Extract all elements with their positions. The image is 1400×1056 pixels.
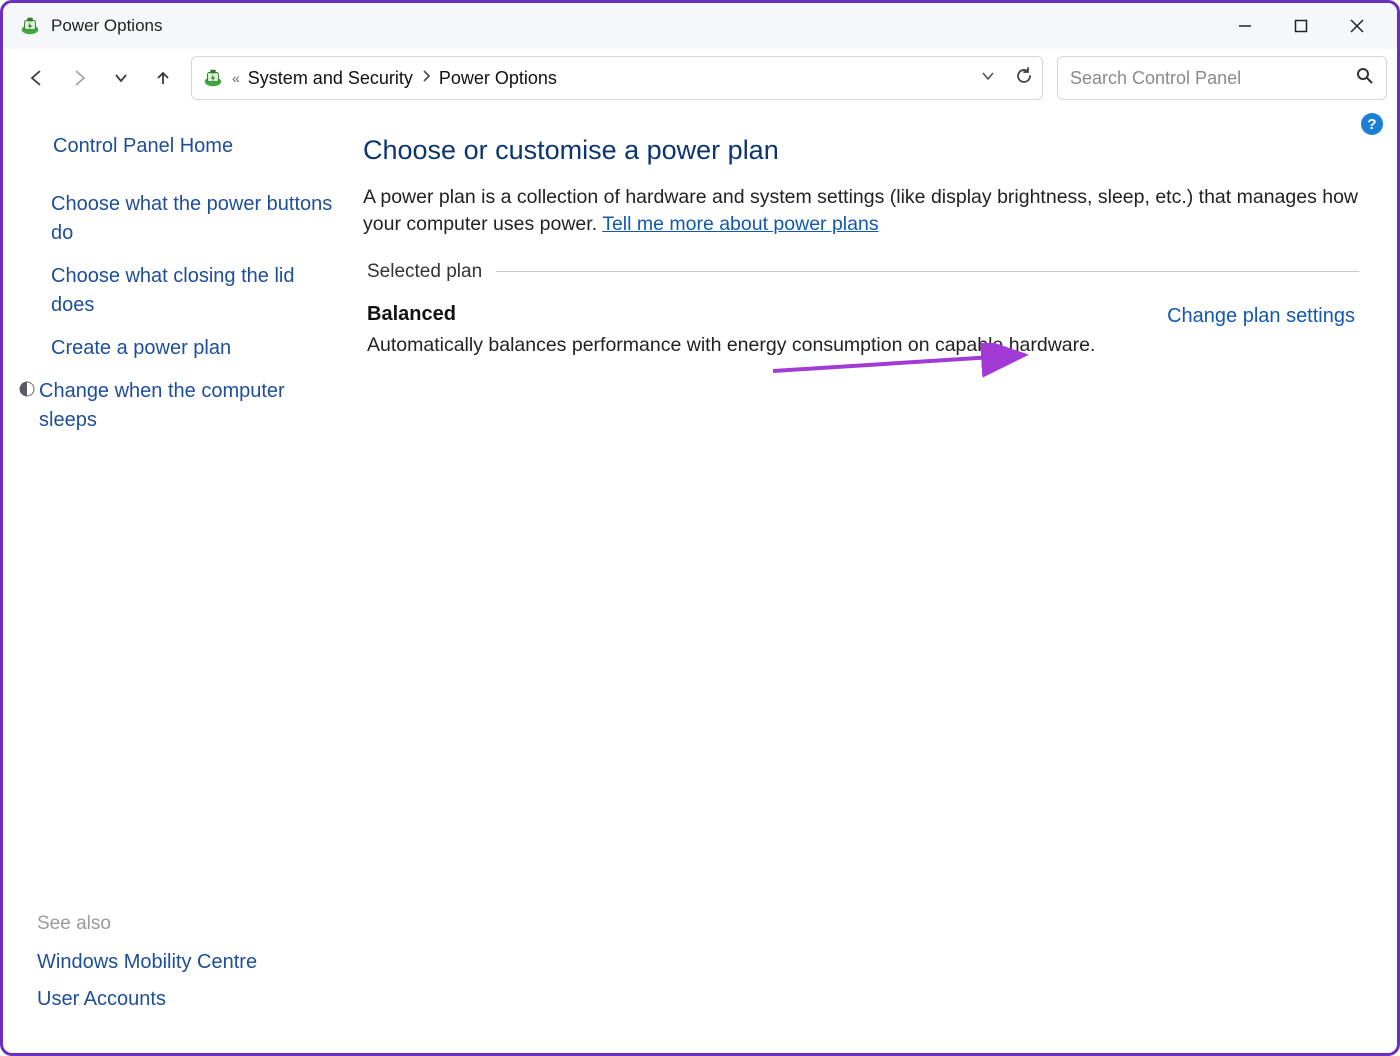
window-controls <box>1217 7 1385 45</box>
forward-button[interactable] <box>65 64 93 92</box>
breadcrumb-parent[interactable]: System and Security <box>248 68 413 89</box>
see-also-section: See also Windows Mobility Centre User Ac… <box>37 913 333 1035</box>
bullet-icon <box>19 381 35 397</box>
search-input[interactable] <box>1070 68 1356 89</box>
sidebar-item-lid[interactable]: Choose what closing the lid does <box>37 262 333 320</box>
breadcrumb-current[interactable]: Power Options <box>439 68 557 89</box>
address-bar[interactable]: « System and Security Power Options <box>191 56 1043 100</box>
sidebar-item-label: Choose what closing the lid does <box>51 262 333 320</box>
sidebar-item-power-buttons[interactable]: Choose what the power buttons do <box>37 190 333 248</box>
up-button[interactable] <box>149 64 177 92</box>
learn-more-link[interactable]: Tell me more about power plans <box>602 213 878 235</box>
section-label: Selected plan <box>367 261 482 283</box>
divider <box>496 271 1359 272</box>
title-bar: Power Options <box>3 3 1397 49</box>
sidebar-item-label: Choose what the power buttons do <box>51 190 333 248</box>
page-description: A power plan is a collection of hardware… <box>363 184 1359 239</box>
main-content: Choose or customise a power plan A power… <box>343 107 1397 1053</box>
back-button[interactable] <box>23 64 51 92</box>
control-panel-home-link[interactable]: Control Panel Home <box>53 135 333 158</box>
help-icon[interactable]: ? <box>1361 113 1383 135</box>
sidebar-item-label: Create a power plan <box>51 334 333 363</box>
sidebar-item-create-plan[interactable]: Create a power plan <box>37 334 333 363</box>
close-button[interactable] <box>1329 7 1385 45</box>
sidebar-links: Choose what the power buttons do Choose … <box>37 190 333 435</box>
battery-icon <box>202 67 224 89</box>
navigation-row: « System and Security Power Options <box>3 49 1397 107</box>
minimize-button[interactable] <box>1217 7 1273 45</box>
maximize-button[interactable] <box>1273 7 1329 45</box>
recent-locations-button[interactable] <box>107 64 135 92</box>
see-also-user-accounts[interactable]: User Accounts <box>37 988 333 1011</box>
page-title: Choose or customise a power plan <box>363 135 1359 166</box>
section-header: Selected plan <box>363 261 1359 283</box>
address-dropdown-button[interactable] <box>980 68 996 89</box>
see-also-title: See also <box>37 913 333 935</box>
sidebar-item-sleep[interactable]: Change when the computer sleeps <box>37 377 333 435</box>
plan-description: Automatically balances performance with … <box>367 334 1095 357</box>
breadcrumb-overflow-icon[interactable]: « <box>232 70 240 86</box>
window-title: Power Options <box>51 16 163 36</box>
change-plan-settings-link[interactable]: Change plan settings <box>1167 305 1355 328</box>
plan-row: Balanced Automatically balances performa… <box>363 303 1359 357</box>
search-icon[interactable] <box>1356 67 1374 90</box>
search-box[interactable] <box>1057 56 1387 100</box>
plan-name: Balanced <box>367 303 1095 326</box>
sidebar-item-label: Change when the computer sleeps <box>39 377 333 435</box>
refresh-button[interactable] <box>1014 66 1034 91</box>
plan-info: Balanced Automatically balances performa… <box>367 303 1095 357</box>
chevron-right-icon <box>421 69 431 88</box>
sidebar: Control Panel Home Choose what the power… <box>3 107 343 1053</box>
battery-icon <box>19 15 41 37</box>
see-also-mobility-centre[interactable]: Windows Mobility Centre <box>37 951 333 974</box>
content-body: ? Control Panel Home Choose what the pow… <box>3 107 1397 1053</box>
